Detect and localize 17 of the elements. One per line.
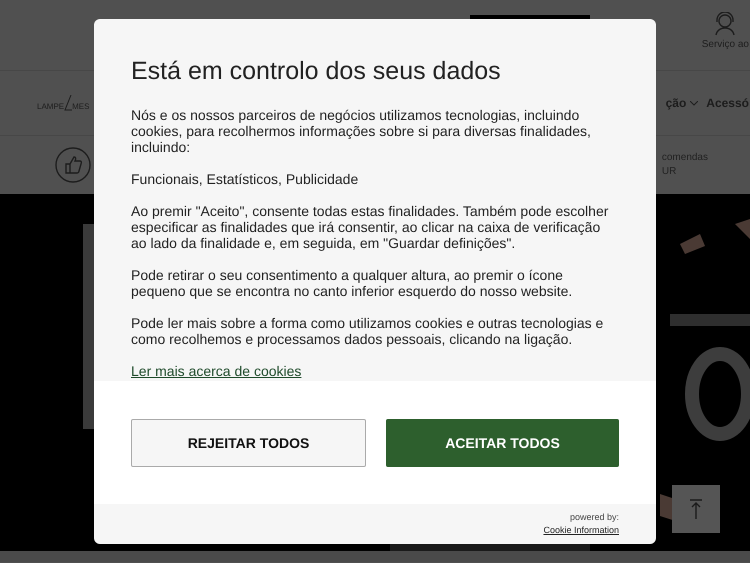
cookies-link[interactable]: Ler mais acerca de cookies [131, 363, 302, 379]
chevron-down-icon [690, 100, 698, 106]
dialog-paragraph: Nós e os nossos parceiros de negócios utilizamos tecnologias, incluindo cookies, para recolhermos informações sobre si para diversas finalidades, incluindo: [131, 107, 592, 155]
accept-button[interactable]: ACEITAR TODOS [386, 419, 619, 467]
logo-mark-icon [64, 95, 72, 111]
dialog-paragraph: Ao premir "Aceito", consente todas estas finalidades. Também pode escolher especificar as finalidades que irá consentir, ao clicar na caixa de verificação ao lado da finalidade e, em seguida, em "Guardar definições". [131, 203, 610, 251]
reject-button[interactable]: REJEITAR TODOS [131, 419, 366, 467]
arrow-up-icon [690, 499, 702, 519]
dialog-paragraph: Pode retirar o seu consentimento a qualquer altura, ao premir o ícone pequeno que se encontra no canto inferior esquerdo do nosso website. [131, 267, 574, 299]
thumbs-up-icon [55, 147, 91, 183]
headset-icon [713, 12, 738, 36]
dialog-paragraph: Pode ler mais sobre a forma como utilizamos cookies e outras tecnologias e como recolhemos e processamos dados pessoais, clicando na ligação. [131, 315, 604, 347]
provider-link[interactable]: Cookie Information [543, 524, 619, 537]
dialog-paragraph: Funcionais, Estatísticos, Publicidade [131, 171, 360, 187]
scroll-top-button[interactable] [672, 485, 720, 533]
dialog-title: Está em controlo dos seus dados [131, 57, 502, 85]
powered-by-text: powered by: [570, 511, 619, 524]
